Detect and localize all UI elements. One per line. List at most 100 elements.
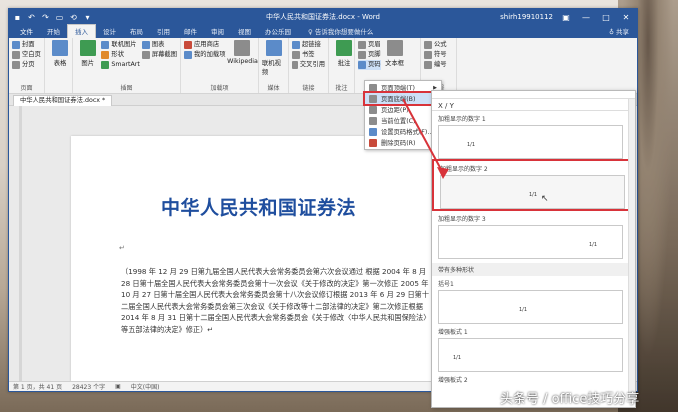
chart-icon <box>141 41 150 49</box>
cross-reference-icon <box>292 61 298 69</box>
cover-page-button[interactable]: 封面 <box>12 40 41 50</box>
online-video-button[interactable]: 联机视频 <box>262 40 286 76</box>
paragraph-mark: ↵ <box>119 244 125 252</box>
symbol-button[interactable]: 符号 <box>424 50 453 60</box>
document-paragraph: （1998 年 12 月 29 日第九届全国人民代表大会常务委员会第六次会议通过… <box>121 267 431 334</box>
equation-icon <box>424 41 432 49</box>
gallery-thumbnail: 1/1 <box>438 125 623 159</box>
redo-icon[interactable]: ↷ <box>41 13 50 22</box>
online-picture-button[interactable]: 联机图片 <box>101 40 139 50</box>
footer-button[interactable]: 页脚 <box>358 50 381 60</box>
refresh-icon[interactable]: ⟲ <box>69 13 78 22</box>
language[interactable]: 中文(中国) <box>131 382 160 391</box>
online-picture-icon <box>101 41 110 49</box>
gallery-thumbnail: 1/1 ↖ <box>440 175 625 209</box>
equation-button[interactable]: 公式 <box>424 40 453 50</box>
gallery-item-label: 加粗显示的数字 3 <box>438 216 486 223</box>
group-illustrations: 图片 联机图片 形状 SmartArt 图表 屏幕截图 插图 <box>73 38 181 93</box>
title-bar: ▪ ↶ ↷ ▭ ⟲ ▾ 中华人民共和国证券法.docx - Word shirh… <box>9 9 637 25</box>
menu-item-top-of-page[interactable]: 页面顶端(T) ▶ <box>365 82 441 93</box>
tab-design[interactable]: 设计 <box>96 25 123 38</box>
hyperlink-button[interactable]: 超链接 <box>292 40 325 50</box>
screenshot-button[interactable]: 屏幕截图 <box>141 50 177 60</box>
maximize-icon[interactable]: □ <box>599 13 613 22</box>
share-button[interactable]: ♁ 共享 <box>601 26 637 38</box>
tell-me-box[interactable]: ♀ 告诉我你想要做什么 <box>308 26 373 38</box>
numbering-button[interactable]: 编号 <box>424 60 453 70</box>
gallery-item-enhanced-1[interactable]: 增强板式 1 1/1 <box>432 324 635 372</box>
customize-qat-icon[interactable]: ▾ <box>83 13 92 22</box>
top-of-page-icon <box>369 83 377 92</box>
group-label-pages: 页面 <box>20 85 33 92</box>
header-button[interactable]: 页眉 <box>358 40 381 50</box>
current-position-icon <box>369 116 377 125</box>
my-addins-icon <box>184 51 192 59</box>
cover-icon <box>12 41 20 49</box>
gallery-section-header: 带有多种形状 <box>432 263 635 276</box>
page-margins-icon <box>369 105 377 114</box>
page-count[interactable]: 第 1 页，共 41 页 <box>13 382 62 391</box>
gallery-scrollbar[interactable] <box>628 99 635 399</box>
document-heading: 中华人民共和国证券法 <box>161 197 357 219</box>
document-tab[interactable]: 中华人民共和国证券法.docx * <box>13 94 113 106</box>
tab-file[interactable]: 文件 <box>13 25 40 38</box>
tab-office-park[interactable]: 办公乐园 <box>258 25 298 38</box>
page-number-button[interactable]: 页码 <box>358 60 381 70</box>
group-media: 联机视频 媒体 <box>259 38 289 93</box>
proofing-icon[interactable]: ▣ <box>115 383 121 390</box>
gallery-top-bar <box>432 91 635 99</box>
group-label-media: 媒体 <box>267 85 280 92</box>
tab-home[interactable]: 开始 <box>40 25 67 38</box>
annotation-arrow-icon <box>402 98 449 179</box>
gallery-item-label: 加粗显示的数字 2 <box>440 166 488 173</box>
group-links: 超链接 书签 交叉引用 链接 <box>289 38 329 93</box>
page-break-button[interactable]: 分页 <box>12 60 41 70</box>
smartart-button[interactable]: SmartArt <box>101 60 140 70</box>
picture-icon <box>79 40 96 56</box>
tab-view[interactable]: 视图 <box>231 25 258 38</box>
gallery-item-bold-number-1[interactable]: 加粗显示的数字 1 1/1 <box>432 111 635 159</box>
tab-references[interactable]: 引用 <box>150 25 177 38</box>
ribbon-display-icon[interactable]: ▣ <box>559 13 573 22</box>
group-addins: 应用商店 我的加载项 Wikipedia 加载项 <box>181 38 259 93</box>
word-count[interactable]: 28423 个字 <box>72 382 105 391</box>
thumbnail-page-number: 1/1 <box>519 307 528 313</box>
mouse-cursor-icon: ↖ <box>541 194 549 204</box>
chart-button[interactable]: 图表 <box>141 40 177 50</box>
footer-icon <box>358 51 366 59</box>
print-preview-icon[interactable]: ▭ <box>55 13 64 22</box>
format-page-numbers-icon <box>369 127 377 136</box>
page-break-icon <box>12 61 20 69</box>
gallery-item-label: 括号1 <box>438 281 454 288</box>
gallery-item-brackets-1[interactable]: 括号1 1/1 <box>432 276 635 324</box>
document-page[interactable]: 中华人民共和国证券法 ↵ （1998 年 12 月 29 日第九届全国人民代表大… <box>71 136 441 383</box>
tab-review[interactable]: 审阅 <box>204 25 231 38</box>
minimize-icon[interactable]: — <box>579 13 593 22</box>
gallery-category: X / Y <box>432 99 635 111</box>
shapes-button[interactable]: 形状 <box>101 50 139 60</box>
wikipedia-icon <box>234 40 251 56</box>
tab-insert[interactable]: 插入 <box>67 24 96 38</box>
shapes-icon <box>101 51 110 59</box>
comment-button[interactable]: 批注 <box>332 40 356 67</box>
blank-page-button[interactable]: 空白页 <box>12 50 41 60</box>
cross-reference-button[interactable]: 交叉引用 <box>292 60 325 70</box>
tab-mailings[interactable]: 邮件 <box>177 25 204 38</box>
close-icon[interactable]: ✕ <box>619 13 633 22</box>
save-icon[interactable]: ▪ <box>13 13 22 22</box>
tab-layout[interactable]: 布局 <box>123 25 150 38</box>
my-addins-button[interactable]: 我的加载项 <box>184 50 225 60</box>
gallery-item-bold-number-3[interactable]: 加粗显示的数字 3 1/1 <box>432 211 635 259</box>
table-button[interactable]: 表格 <box>48 40 72 67</box>
store-button[interactable]: 应用商店 <box>184 40 225 50</box>
undo-icon[interactable]: ↶ <box>27 13 36 22</box>
gallery-item-enhanced-2[interactable]: 增强板式 2 <box>432 372 635 386</box>
bookmark-button[interactable]: 书签 <box>292 50 325 60</box>
user-name[interactable]: shirh19910112 <box>500 13 553 21</box>
table-icon <box>52 40 68 56</box>
gallery-item-bold-number-2[interactable]: 加粗显示的数字 2 1/1 ↖ <box>432 159 635 211</box>
smartart-icon <box>101 61 110 69</box>
quick-access-toolbar: ▪ ↶ ↷ ▭ ⟲ ▾ <box>13 13 92 22</box>
page-number-icon <box>358 61 366 69</box>
thumbnail-page-number: 1/1 <box>467 142 476 148</box>
